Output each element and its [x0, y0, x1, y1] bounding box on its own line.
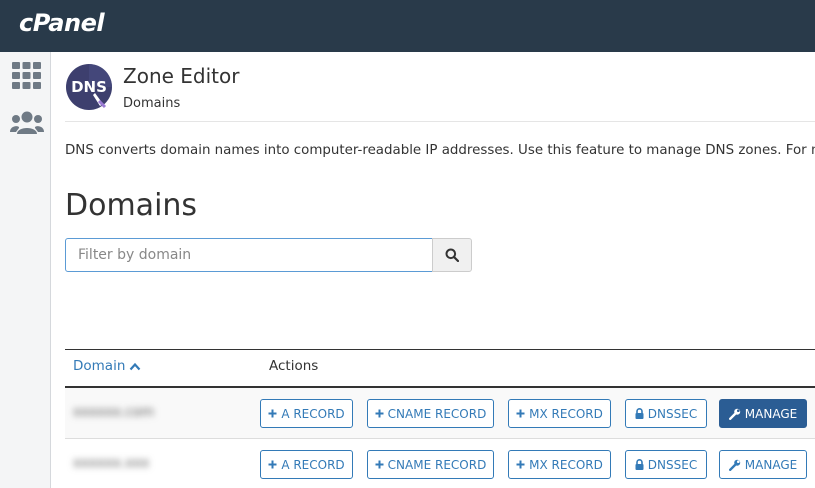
column-header-domain-label: Domain: [73, 358, 126, 374]
sidebar: [0, 52, 51, 488]
dnssec-button[interactable]: DNSSEC: [625, 399, 707, 428]
svg-text:DNS: DNS: [71, 78, 107, 96]
header-divider: [65, 121, 815, 122]
button-label: MX RECORD: [529, 406, 603, 421]
add-mx-record-button[interactable]: MX RECORD: [508, 399, 611, 428]
lock-icon: [635, 408, 644, 419]
wrench-icon: [728, 459, 740, 471]
button-label: A RECORD: [281, 457, 345, 472]
add-a-record-button[interactable]: A RECORD: [260, 450, 353, 479]
lock-icon: [635, 459, 644, 470]
domain-name: xxxxxx.com: [73, 404, 155, 420]
domain-name: xxxxxx.xxx: [73, 455, 150, 471]
button-label: DNSSEC: [647, 457, 698, 472]
button-label: A RECORD: [281, 406, 345, 421]
filter-domain-input[interactable]: [65, 238, 433, 272]
column-header-actions: Actions: [269, 358, 319, 374]
manage-button[interactable]: MANAGE: [719, 450, 807, 479]
button-label: MANAGE: [744, 457, 798, 472]
chevron-up-icon: [130, 362, 141, 370]
button-label: MX RECORD: [529, 457, 603, 472]
cpanel-logo[interactable]: cPanel: [19, 9, 105, 37]
search-button[interactable]: [432, 238, 472, 272]
add-cname-record-button[interactable]: CNAME RECORD: [367, 450, 494, 479]
button-label: CNAME RECORD: [387, 406, 487, 421]
plus-icon: [516, 409, 525, 418]
add-a-record-button[interactable]: A RECORD: [260, 399, 353, 428]
plus-icon: [516, 460, 525, 469]
dnssec-button[interactable]: DNSSEC: [625, 450, 707, 479]
page-title: Zone Editor: [123, 64, 240, 88]
plus-icon: [375, 409, 384, 418]
add-cname-record-button[interactable]: CNAME RECORD: [367, 399, 494, 428]
breadcrumb: Domains: [123, 96, 181, 111]
plus-icon: [268, 409, 277, 418]
search-icon: [445, 248, 459, 262]
top-bar: cPanel: [0, 0, 815, 52]
users-icon[interactable]: [10, 110, 44, 136]
main-content: DNS Zone Editor Domains DNS converts dom…: [51, 52, 815, 488]
wrench-icon: [728, 408, 740, 420]
button-label: CNAME RECORD: [387, 457, 487, 472]
dns-app-icon: DNS: [66, 64, 112, 110]
section-title: Domains: [65, 188, 198, 223]
plus-icon: [268, 460, 277, 469]
grid-icon[interactable]: [12, 62, 41, 89]
manage-button[interactable]: MANAGE: [719, 399, 807, 428]
plus-icon: [375, 460, 384, 469]
button-label: DNSSEC: [647, 406, 698, 421]
table-row: xxxxxx.xxx A RECORD CNAME RECORD MX RECO…: [65, 439, 815, 488]
column-header-domain[interactable]: Domain: [73, 358, 141, 374]
table-row: xxxxxx.com A RECORD CNAME RECORD MX RECO…: [65, 388, 815, 439]
button-label: MANAGE: [744, 406, 798, 421]
page-description: DNS converts domain names into computer-…: [65, 143, 815, 158]
table-top-border: [65, 349, 815, 350]
add-mx-record-button[interactable]: MX RECORD: [508, 450, 611, 479]
